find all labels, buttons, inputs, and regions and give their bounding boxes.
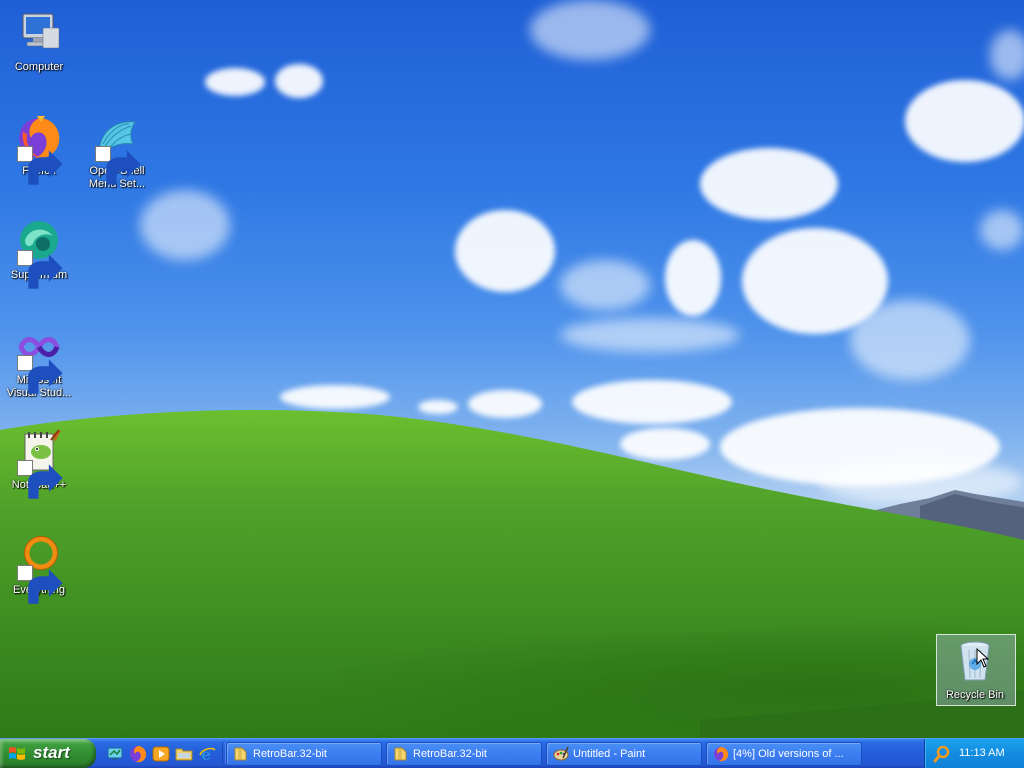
start-label: start [33, 743, 70, 762]
folder-icon [393, 746, 409, 762]
desktop-background: Computer Firefox [0, 0, 1024, 738]
desktop-icon-firefox[interactable]: Firefox [1, 114, 77, 185]
desktop-icon-label: Computer [14, 61, 64, 73]
desktop-icon-open-shell[interactable]: Open-Shell Menu Set... [79, 114, 155, 191]
desktop-icon-recycle-bin[interactable]: Recycle Bin [937, 638, 1013, 702]
supermium-icon [15, 218, 63, 289]
paint-icon [553, 746, 569, 762]
mouse-cursor-icon [976, 648, 990, 668]
desktop-icon-supermium[interactable]: Supermium [1, 218, 77, 289]
shortcut-arrow-icon [95, 146, 141, 185]
desktop-icon-computer[interactable]: Computer [1, 10, 77, 74]
task-label: [4%] Old versions of ... [733, 748, 844, 760]
notepad-plus-plus-icon [15, 428, 63, 499]
explorer-folder-icon[interactable] [175, 745, 193, 763]
shortcut-arrow-icon [17, 460, 63, 499]
start-button[interactable]: start [0, 739, 96, 768]
firefox-icon [15, 114, 63, 185]
desktop-icon-visual-studio[interactable]: Microsoft Visual Stud... [1, 323, 77, 400]
desktop-icon-label: Recycle Bin [945, 689, 1005, 701]
system-tray: 11:13 AM [924, 739, 1024, 768]
task-label: RetroBar.32-bit [413, 748, 487, 760]
task-label: RetroBar.32-bit [253, 748, 327, 760]
folder-icon [233, 746, 249, 762]
green-hill [0, 410, 1024, 738]
task-button-paint[interactable]: Untitled - Paint [546, 742, 702, 766]
internet-explorer-icon[interactable]: e [198, 745, 216, 763]
shortcut-arrow-icon [17, 565, 63, 604]
taskbar: start e RetroBar.32-bit RetroBar.32-bit … [0, 738, 1024, 768]
windows-flag-icon [9, 747, 25, 760]
desktop-icon-notepad-plus-plus[interactable]: Notepad++ [1, 428, 77, 499]
task-button-firefox[interactable]: [4%] Old versions of ... [706, 742, 862, 766]
task-button-retrobar-1[interactable]: RetroBar.32-bit [226, 742, 382, 766]
shortcut-arrow-icon [17, 146, 63, 185]
computer-icon [15, 10, 63, 58]
shortcut-arrow-icon [17, 250, 63, 289]
firefox-icon [713, 746, 729, 762]
svg-text:e: e [201, 745, 211, 763]
recycle-bin-icon [951, 638, 999, 686]
media-player-icon[interactable] [152, 745, 170, 763]
everything-icon [15, 533, 63, 604]
clock[interactable]: 11:13 AM [959, 747, 1005, 759]
open-shell-icon [93, 114, 141, 185]
desktop-icon-everything[interactable]: Everything [1, 533, 77, 604]
firefox-icon[interactable] [129, 745, 147, 763]
task-label: Untitled - Paint [573, 748, 646, 760]
search-icon[interactable] [933, 745, 951, 763]
task-button-retrobar-2[interactable]: RetroBar.32-bit [386, 742, 542, 766]
visual-studio-icon [15, 323, 63, 394]
shortcut-arrow-icon [17, 355, 63, 394]
show-desktop-icon[interactable] [106, 745, 124, 763]
